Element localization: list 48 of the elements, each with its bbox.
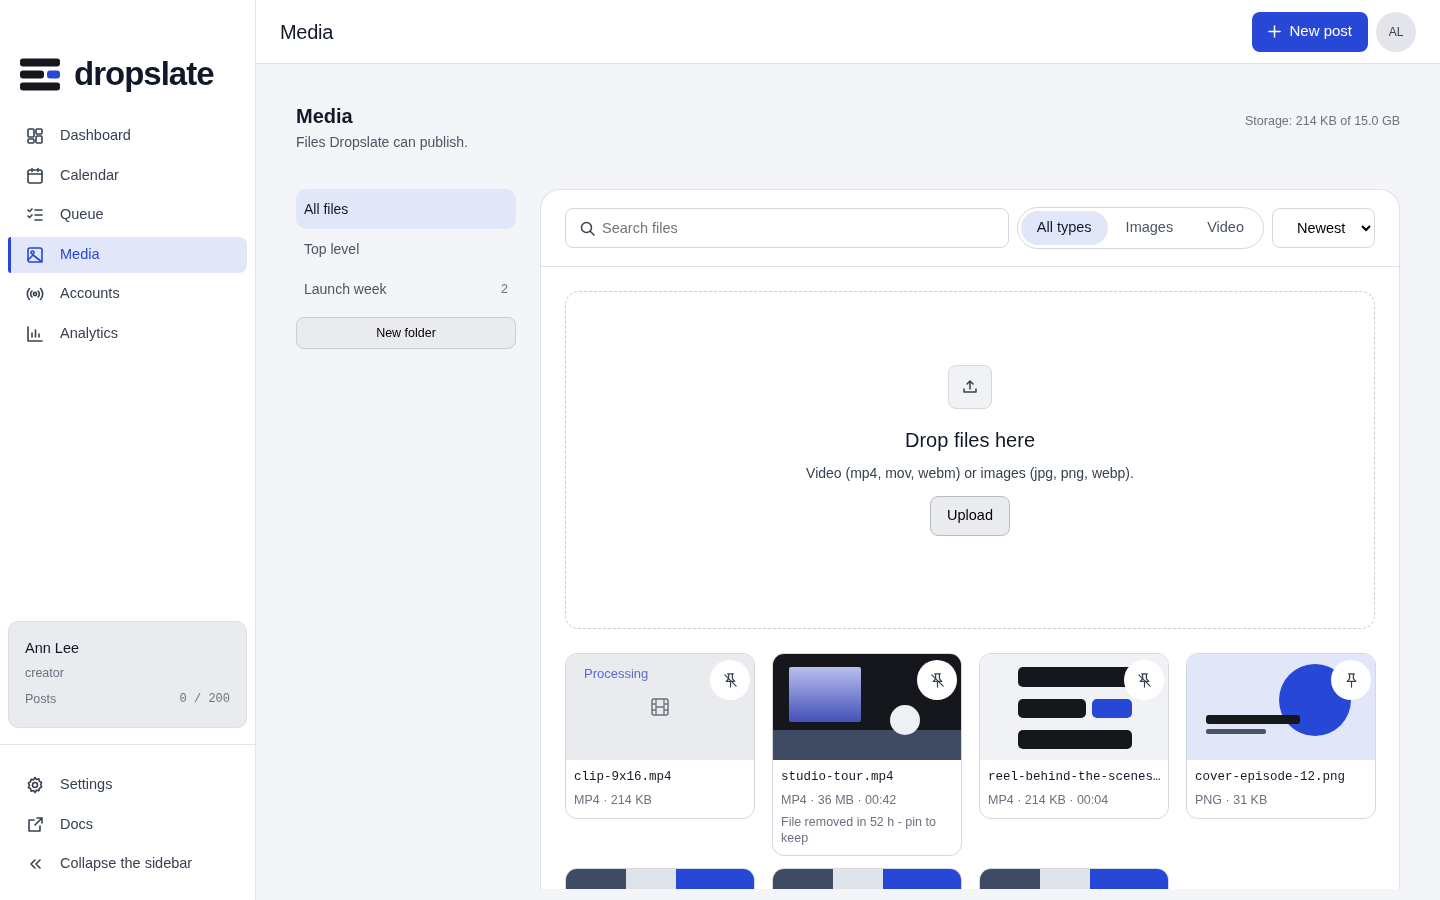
file-name: cover-episode-12.png [1195,769,1347,786]
file-name: studio-tour.mp4 [781,769,895,786]
file-meta: MP4 · 36 MB · 00:42 [781,791,898,809]
file-meta: PNG · 31 KB [1195,791,1269,809]
drop-hint: Video (mp4, mov, webm) or images (jpg, png, webp). [806,463,1134,483]
filter-tab[interactable]: All types [1020,211,1108,245]
filter-tab[interactable]: Video [1191,211,1260,245]
file-name: reel-behind-the-scenes… [988,769,1160,786]
filter-tab[interactable]: Images [1109,211,1190,245]
sidebar-item[interactable]: Calendar [8,157,247,194]
quota-value: 0 / 200 [179,691,230,709]
new-post-button[interactable]: New post [1252,11,1368,52]
file-card[interactable]: Processing clip-9x16.mp4 MP4 · 214 KB [565,653,755,819]
file-note: File removed in 52 h - pin to keep [781,813,937,848]
drop-zone[interactable]: Drop files here Video (mp4, mov, webm) or images (jpg, png, webp). Upload [565,291,1375,629]
file-card[interactable]: studio-tour.mp4 MP4 · 36 MB · 00:42 File removed in 52 h - pin to keep [772,653,962,857]
quota-label: Posts [25,691,57,709]
sidebar-item[interactable]: Media [8,236,247,273]
page-title: Media [296,104,354,128]
new-folder-button[interactable]: New folder [296,317,516,349]
file-meta: MP4 · 214 KB [574,791,653,809]
user-role: creator [25,664,65,682]
folder-item[interactable]: Launch week 2 [296,269,516,309]
page-header-title: Media [280,19,333,45]
processing-label: Processing [584,665,649,683]
folder-item[interactable]: All files [296,189,516,229]
upload-button[interactable]: Upload [930,495,1010,536]
page-subtitle: Files Dropslate can publish. [296,133,468,152]
file-card[interactable]: cover-episode-12.png PNG · 31 KB [1186,653,1376,819]
sidebar-item[interactable]: Accounts [8,276,247,312]
sidebar-item[interactable]: Settings [8,767,247,803]
file-card[interactable]: reel-behind-the-scenes… MP4 · 214 KB · 00:04 [979,653,1169,819]
file-meta: MP4 · 214 KB · 00:04 [988,791,1110,809]
sidebar-item[interactable]: Collapse the sidebar [8,846,247,882]
sidebar-item[interactable]: Dashboard [8,118,247,154]
brand-name: dropslate [74,54,214,95]
file-name: clip-9x16.mp4 [574,769,673,786]
user-name: Ann Lee [25,638,81,658]
user-avatar[interactable]: AL [1376,11,1416,52]
search-field[interactable]: Search files [565,208,1009,248]
sidebar-item[interactable]: Queue [8,197,247,233]
sidebar-item[interactable]: Analytics [8,315,247,352]
sort-select[interactable]: Newest [1272,208,1375,248]
storage-usage: Storage: 214 KB of 15.0 GB [1245,113,1400,130]
folder-item[interactable]: Top level [296,229,516,269]
drop-title: Drop files here [904,427,1036,453]
sidebar-item[interactable]: Docs [8,806,247,843]
folder-count: 2 [501,280,508,298]
